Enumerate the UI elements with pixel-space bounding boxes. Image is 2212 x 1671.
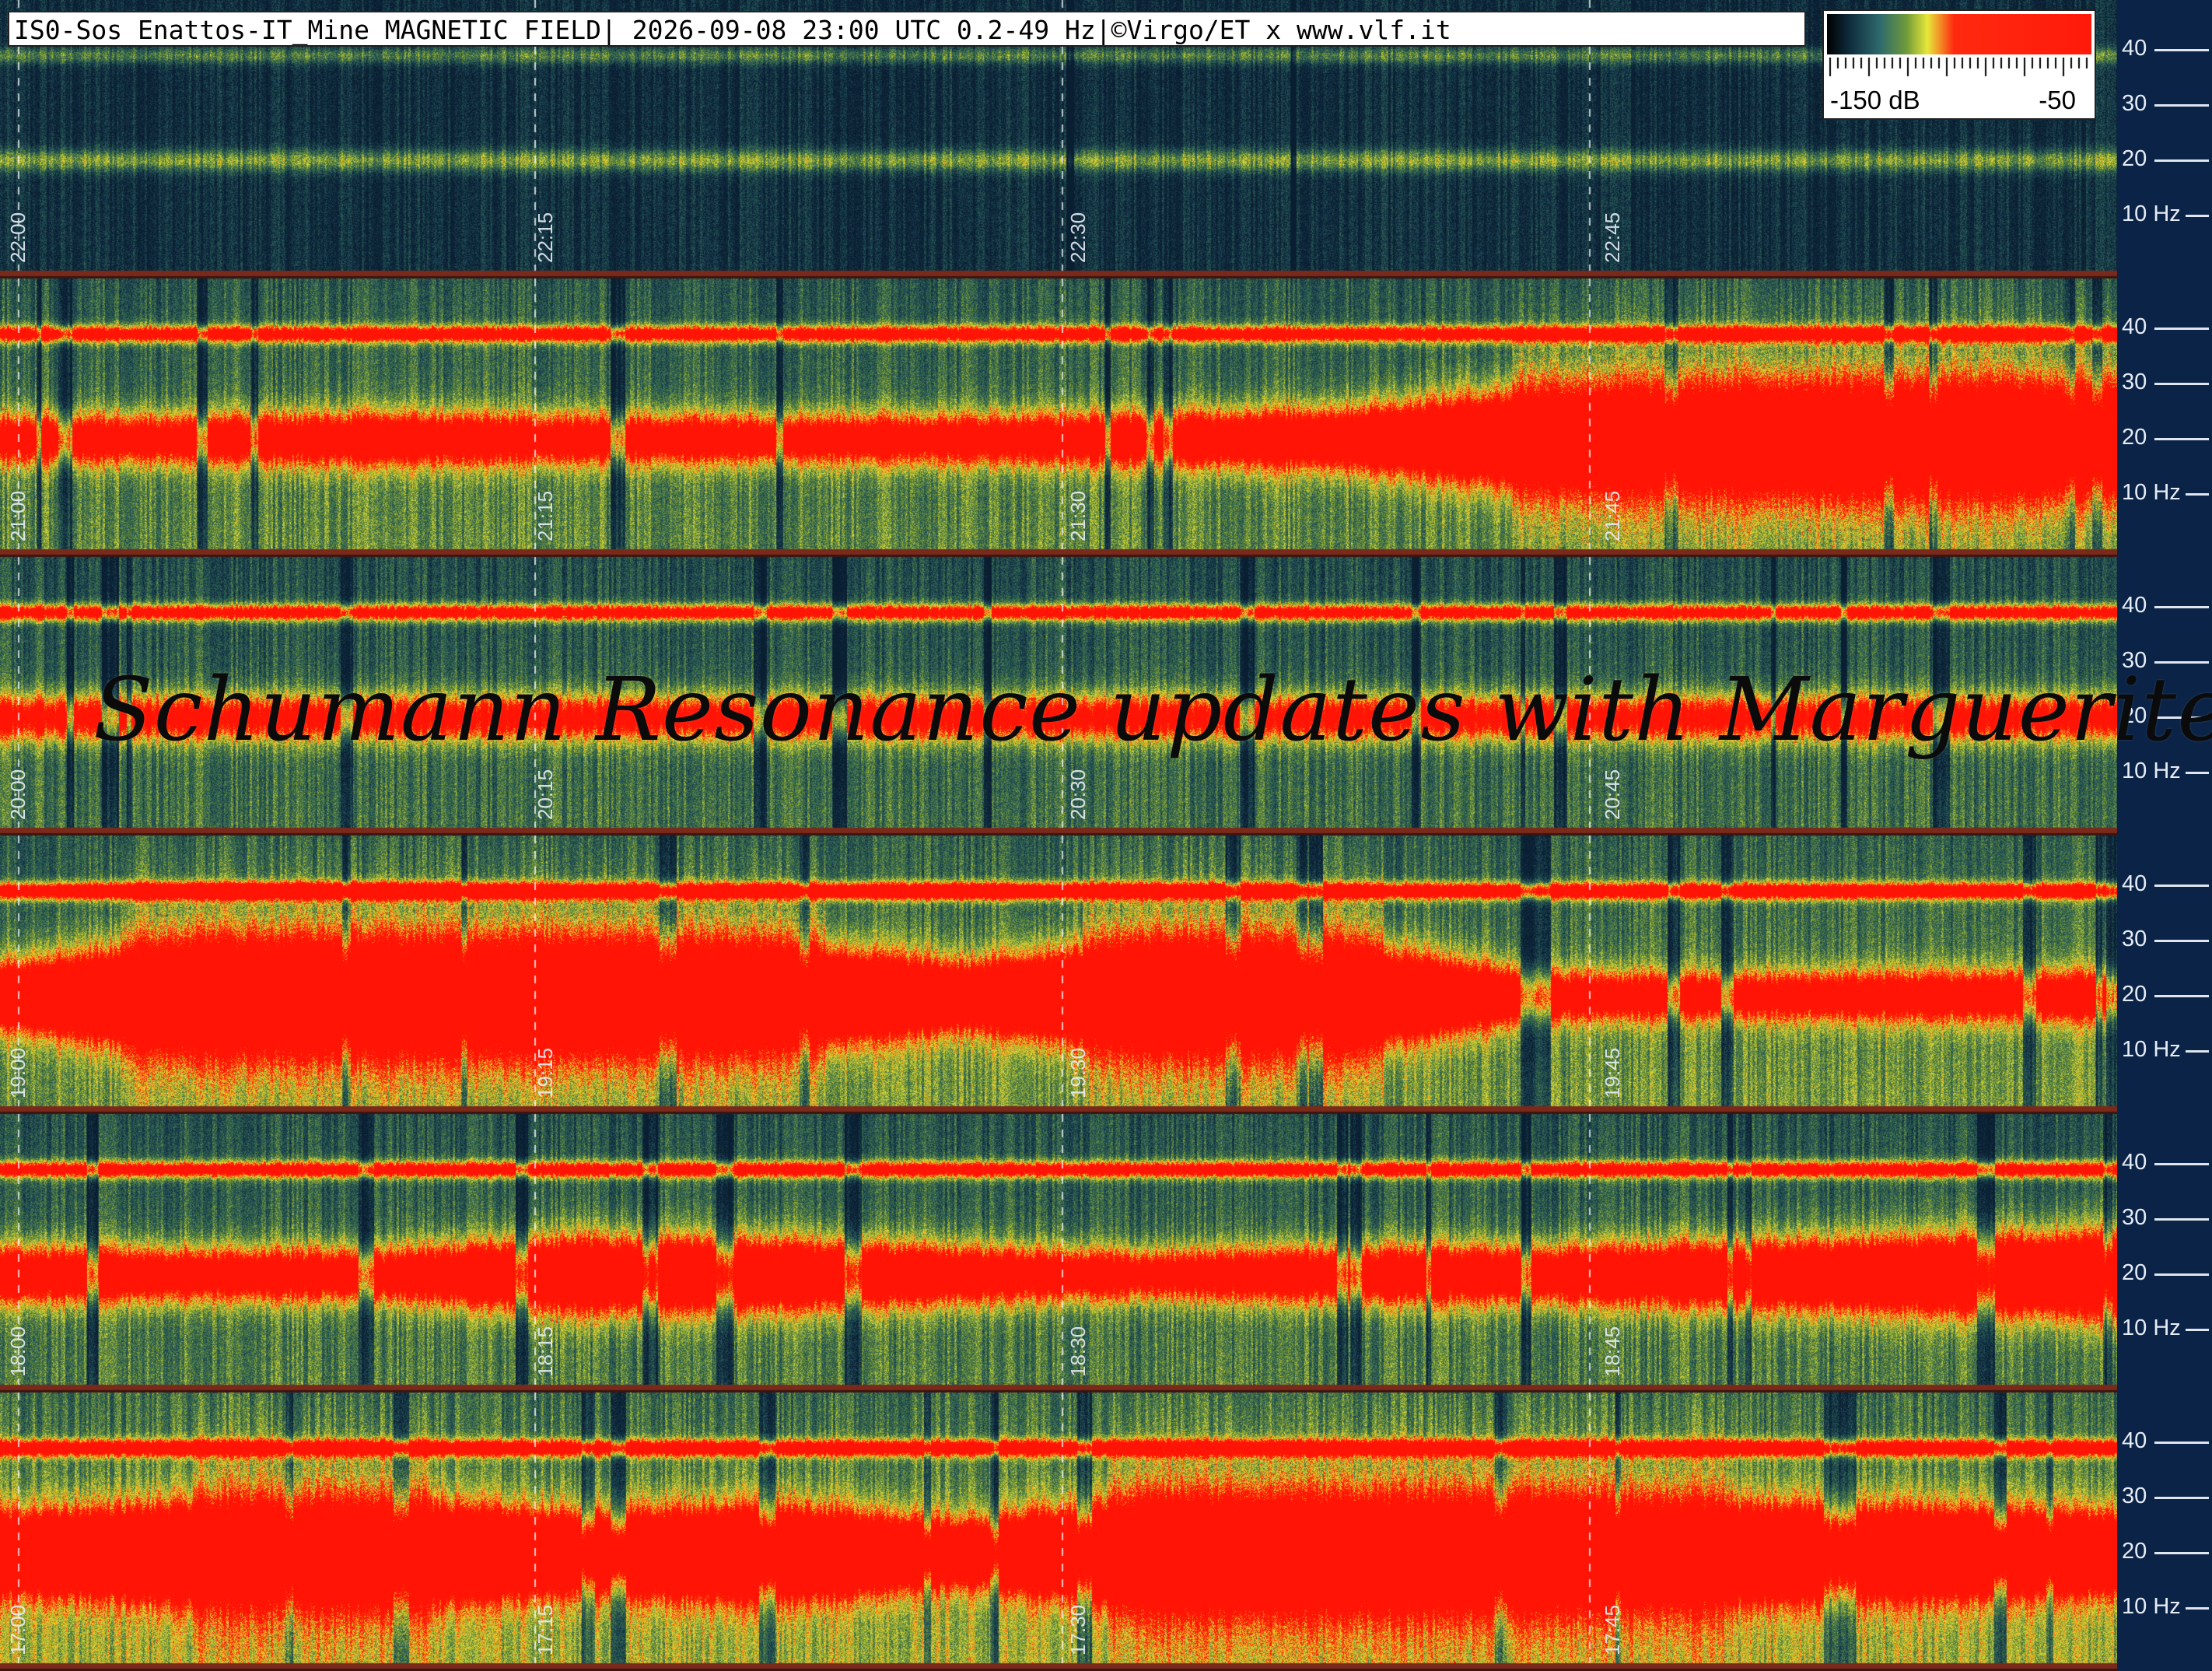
time-label: 21:15 xyxy=(534,490,557,541)
frequency-tick xyxy=(2154,103,2209,107)
frequency-tick-label: 20 xyxy=(2122,424,2147,450)
frequency-tick xyxy=(2154,437,2209,440)
time-label: 22:30 xyxy=(1066,212,1090,263)
spectrogram-stage: IS0-Sos Enattos-IT_Mine MAGNETIC FIELD| … xyxy=(0,0,2212,1671)
frequency-tick-label: 40 xyxy=(2122,871,2147,896)
frequency-axis xyxy=(2117,0,2212,1671)
time-label: 19:00 xyxy=(6,1047,30,1098)
time-label: 20:45 xyxy=(1601,769,1624,820)
frequency-tick xyxy=(2186,492,2209,496)
frequency-tick xyxy=(2154,327,2209,330)
frequency-tick-label: 40 xyxy=(2122,35,2147,61)
time-label: 22:15 xyxy=(534,212,557,263)
frequency-tick-label: 10 Hz xyxy=(2122,758,2181,783)
frequency-tick-label: 20 xyxy=(2122,1259,2147,1285)
time-label: 20:00 xyxy=(6,769,30,820)
time-label: 18:30 xyxy=(1066,1326,1090,1377)
time-label: 17:45 xyxy=(1601,1604,1624,1655)
watermark-text: Schumann Resonance updates with Margueri… xyxy=(93,660,2212,761)
time-label: 19:15 xyxy=(534,1047,557,1098)
chart-title-bar: IS0-Sos Enattos-IT_Mine MAGNETIC FIELD| … xyxy=(8,11,1806,47)
time-label: 22:45 xyxy=(1601,212,1624,263)
time-label: 17:30 xyxy=(1066,1604,1090,1655)
frequency-tick-label: 20 xyxy=(2122,145,2147,171)
frequency-tick xyxy=(2186,214,2209,217)
color-scale-gradient xyxy=(1827,14,2091,54)
frequency-tick xyxy=(2186,771,2209,774)
time-label: 20:15 xyxy=(534,769,557,820)
time-label: 19:30 xyxy=(1066,1047,1090,1098)
frequency-tick-label: 20 xyxy=(2122,1538,2147,1564)
time-label: 21:45 xyxy=(1601,490,1624,541)
frequency-tick xyxy=(2154,939,2209,942)
frequency-tick xyxy=(2154,994,2209,997)
frequency-tick-label: 10 Hz xyxy=(2122,479,2181,505)
time-label: 21:00 xyxy=(6,490,30,541)
frequency-tick-label: 30 xyxy=(2122,1204,2147,1230)
frequency-tick-label: 40 xyxy=(2122,1428,2147,1453)
time-label: 17:15 xyxy=(534,1604,557,1655)
color-scale-max-label: -50 xyxy=(2039,86,2076,114)
chart-title: IS0-Sos Enattos-IT_Mine MAGNETIC FIELD| … xyxy=(14,15,1451,45)
frequency-tick xyxy=(2154,1496,2209,1499)
frequency-tick xyxy=(2154,1162,2209,1165)
frequency-tick xyxy=(2154,605,2209,608)
frequency-tick xyxy=(2154,1217,2209,1221)
frequency-tick-label: 20 xyxy=(2122,981,2147,1007)
frequency-tick xyxy=(2154,382,2209,385)
frequency-tick-label: 30 xyxy=(2122,90,2147,116)
color-scale-min-label: -150 dB xyxy=(1830,86,1920,114)
frequency-tick xyxy=(2154,884,2209,887)
frequency-tick-label: 10 Hz xyxy=(2122,1036,2181,1062)
frequency-tick-label: 10 Hz xyxy=(2122,1315,2181,1340)
frequency-tick xyxy=(2154,1551,2209,1554)
time-label: 21:30 xyxy=(1066,490,1090,541)
frequency-tick xyxy=(2154,1273,2209,1276)
time-label: 17:00 xyxy=(6,1604,30,1655)
frequency-tick xyxy=(2186,1606,2209,1610)
color-scale-ticks xyxy=(1827,58,2091,81)
time-label: 20:30 xyxy=(1066,769,1090,820)
frequency-tick-label: 40 xyxy=(2122,314,2147,339)
time-label: 18:15 xyxy=(534,1326,557,1377)
time-label: 18:45 xyxy=(1601,1326,1624,1377)
frequency-tick-label: 10 Hz xyxy=(2122,1593,2181,1619)
frequency-tick-label: 40 xyxy=(2122,592,2147,618)
time-label: 22:00 xyxy=(6,212,30,263)
color-scale-legend: -150 dB -50 xyxy=(1822,9,2096,120)
frequency-tick-label: 40 xyxy=(2122,1149,2147,1175)
frequency-tick xyxy=(2154,159,2209,162)
frequency-tick xyxy=(2186,1328,2209,1331)
frequency-tick-label: 30 xyxy=(2122,926,2147,951)
spectrogram-canvas xyxy=(0,0,2117,1671)
frequency-tick xyxy=(2154,48,2209,51)
frequency-tick xyxy=(2186,1049,2209,1053)
frequency-tick xyxy=(2154,1441,2209,1444)
frequency-tick-label: 30 xyxy=(2122,369,2147,394)
time-label: 19:45 xyxy=(1601,1047,1624,1098)
time-label: 18:00 xyxy=(6,1326,30,1377)
frequency-tick-label: 10 Hz xyxy=(2122,201,2181,226)
frequency-tick-label: 30 xyxy=(2122,1483,2147,1508)
